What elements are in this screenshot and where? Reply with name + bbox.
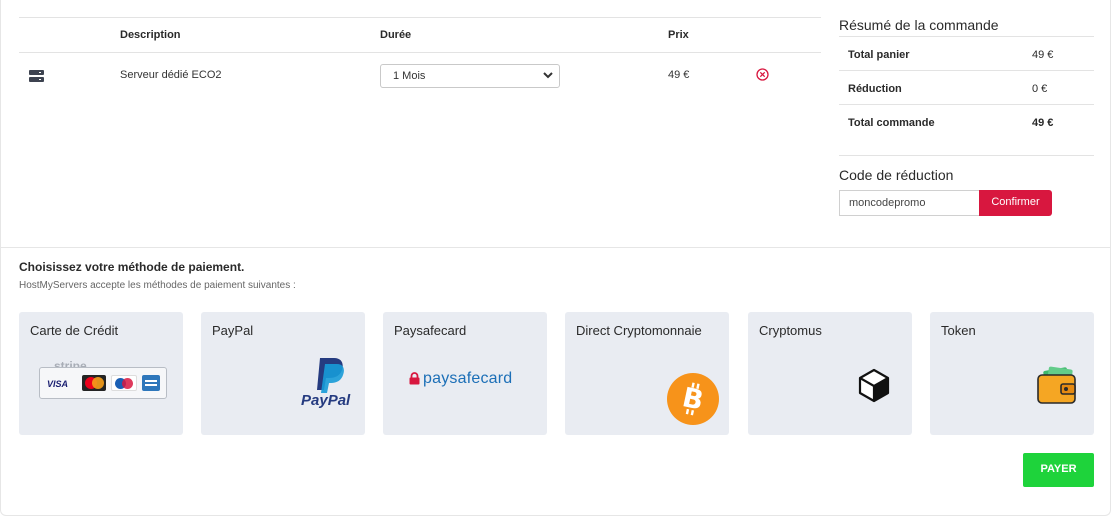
payment-method-credit-card[interactable]: Carte de Crédit stripe VISA — [19, 312, 183, 435]
cart-table-header: Description Durée Prix — [19, 17, 821, 53]
payment-title: Choisissez votre méthode de paiement. — [19, 260, 245, 274]
summary-row-cart-total: Total panier 49 € — [839, 36, 1094, 70]
payment-method-label: Carte de Crédit — [30, 323, 119, 338]
visa-logo: VISA — [47, 379, 69, 389]
payment-method-label: Paysafecard — [394, 323, 467, 338]
lock-icon — [409, 372, 420, 385]
mastercard-logo — [82, 375, 106, 391]
payment-method-label: PayPal — [212, 323, 254, 338]
summary-label: Total commande — [848, 117, 935, 129]
order-summary: Résumé de la commande Total panier 49 € … — [839, 14, 1094, 138]
payment-method-token[interactable]: Token — [930, 312, 1094, 435]
remove-circle-icon[interactable] — [756, 68, 769, 81]
payment-subtitle: HostMyServers accepte les méthodes de pa… — [19, 280, 296, 291]
cart-table: Description Durée Prix Serveur dédié ECO… — [19, 17, 821, 99]
payment-method-cryptomus[interactable]: Cryptomus — [748, 312, 912, 435]
pay-button[interactable]: PAYER — [1023, 453, 1094, 487]
confirm-promo-button[interactable]: Confirmer — [979, 190, 1052, 216]
item-price: 49 € — [668, 69, 690, 81]
summary-value: 49 € — [1032, 49, 1054, 61]
payment-method-crypto[interactable]: Direct Cryptomonnaie B — [565, 312, 729, 435]
summary-row-discount: Réduction 0 € — [839, 70, 1094, 104]
duration-select[interactable]: 1 Mois — [380, 64, 560, 88]
payment-method-label: Direct Cryptomonnaie — [576, 323, 702, 338]
summary-row-order-total: Total commande 49 € — [839, 104, 1094, 138]
paysafecard-logo-text: paysafecard — [423, 370, 513, 387]
header-description: Description — [120, 29, 181, 41]
maestro-logo — [111, 375, 137, 391]
stripe-logo: stripe VISA — [39, 355, 167, 401]
server-icon — [29, 70, 44, 82]
summary-label: Réduction — [848, 83, 902, 95]
chevron-down-icon — [543, 72, 553, 79]
section-divider — [0, 247, 1111, 248]
summary-value: 49 € — [1032, 117, 1054, 129]
item-description: Serveur dédié ECO2 — [120, 69, 222, 81]
promo-title: Code de réduction — [839, 167, 954, 183]
payment-method-label: Token — [941, 323, 976, 338]
cube-icon — [858, 368, 890, 403]
summary-title: Résumé de la commande — [839, 17, 999, 33]
duration-select-value: 1 Mois — [393, 70, 426, 82]
paypal-logo-text: PayPal — [301, 392, 351, 409]
payment-method-paypal[interactable]: PayPal PayPal — [201, 312, 365, 435]
summary-divider — [839, 155, 1094, 156]
header-duration: Durée — [380, 29, 412, 41]
paypal-icon — [317, 358, 344, 393]
payment-method-label: Cryptomus — [759, 323, 822, 338]
wallet-icon — [1037, 366, 1076, 404]
summary-value: 0 € — [1032, 83, 1048, 95]
cart-row: Serveur dédié ECO2 1 Mois 49 € — [19, 53, 821, 99]
payment-method-paysafecard[interactable]: Paysafecard paysafecard — [383, 312, 547, 435]
bitcoin-icon: B — [667, 373, 719, 425]
summary-label: Total panier — [848, 49, 910, 61]
promo-code-input[interactable]: moncodepromo — [839, 190, 979, 216]
header-price: Prix — [668, 29, 689, 41]
amex-logo — [142, 375, 160, 391]
